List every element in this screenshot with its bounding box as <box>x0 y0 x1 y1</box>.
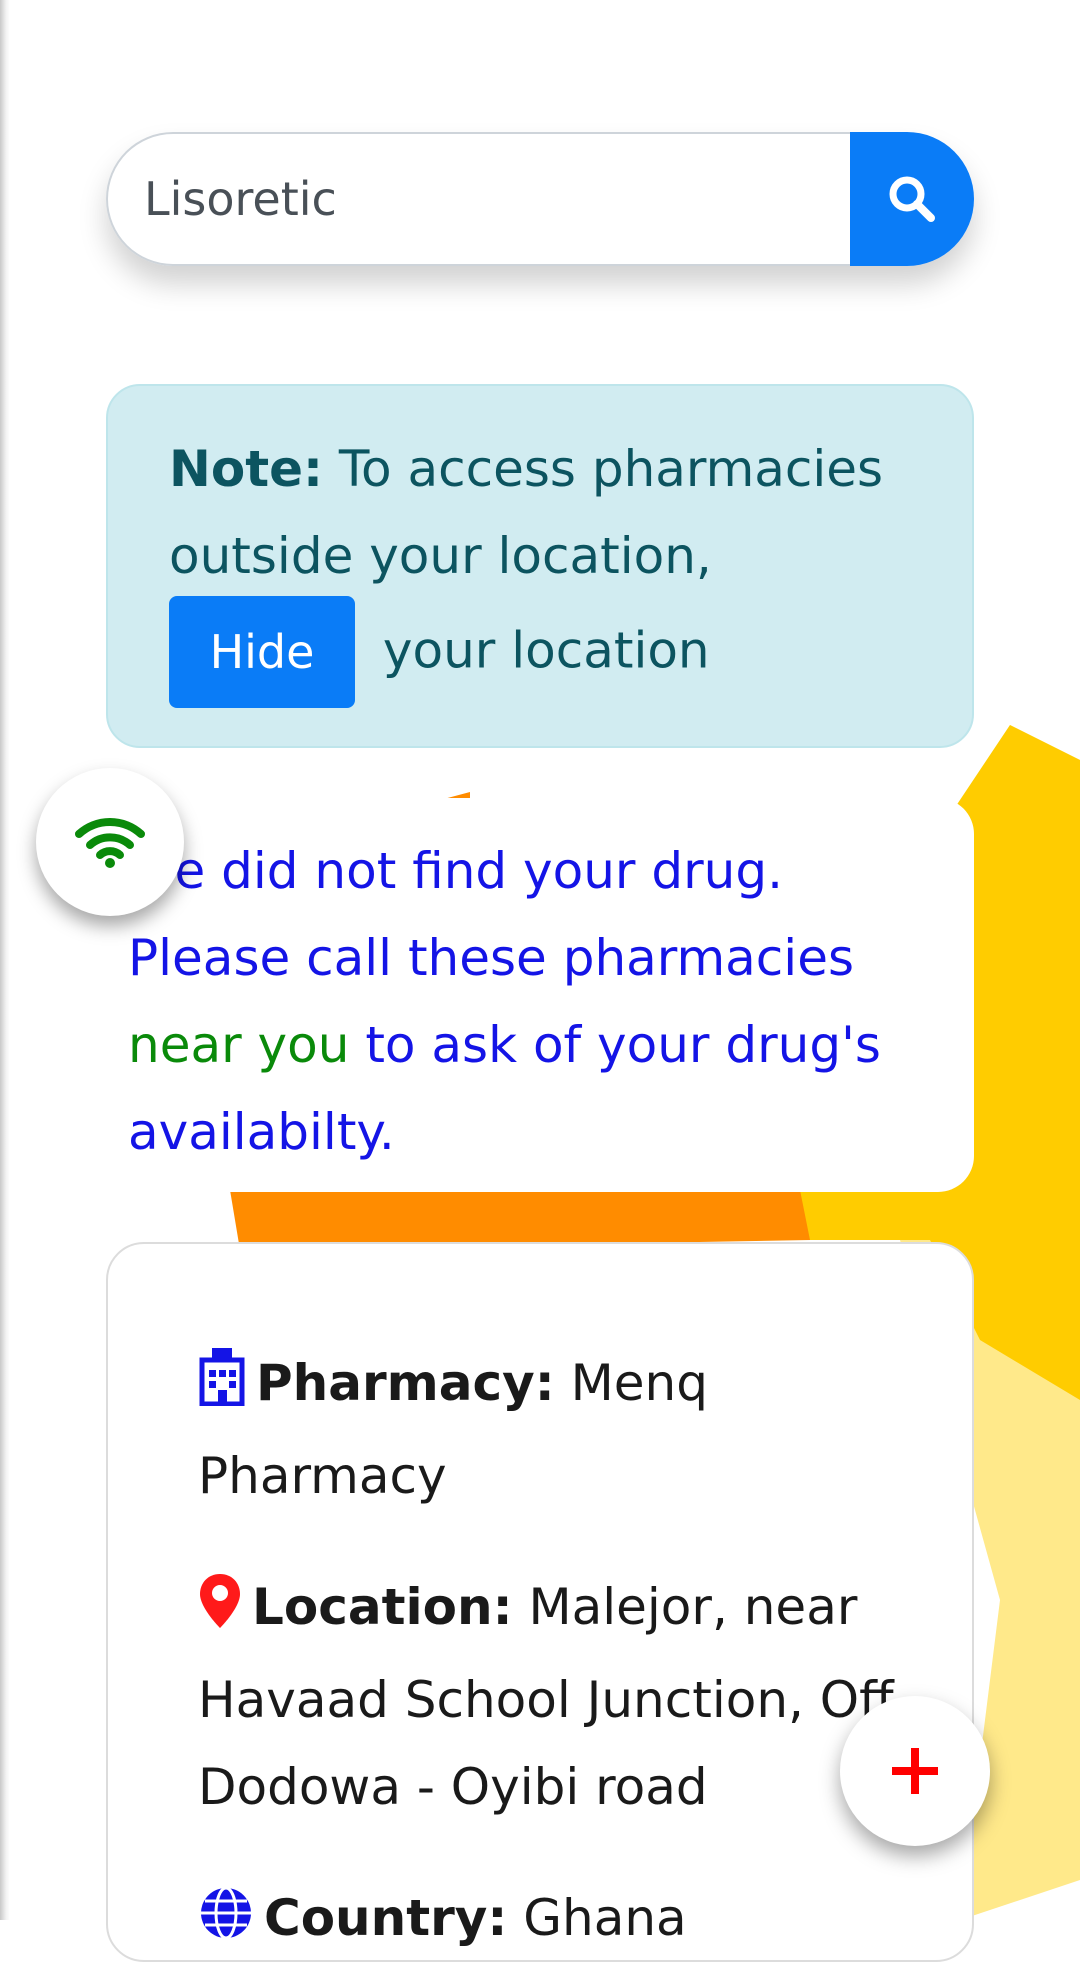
note-suffix: your location <box>382 621 710 680</box>
message-part1: We did not find your drug. Please call t… <box>128 842 855 987</box>
wifi-button[interactable] <box>36 768 184 916</box>
note-label: Note: <box>169 440 324 498</box>
pharmacy-label: Pharmacy: <box>256 1354 555 1412</box>
pharmacy-location-row: Location: Malejor, near Havaad School Ju… <box>198 1564 932 1831</box>
search-bar <box>106 132 974 266</box>
plus-icon <box>892 1748 938 1794</box>
hide-location-button[interactable]: Hide <box>169 596 355 708</box>
message-highlight: near you <box>128 1016 350 1074</box>
country-label: Country: <box>264 1889 508 1947</box>
hospital-icon <box>198 1346 246 1433</box>
pharmacy-name-row: Pharmacy: Menq Pharmacy <box>198 1340 932 1520</box>
wifi-icon <box>75 818 145 868</box>
map-marker-icon <box>198 1570 242 1657</box>
location-label: Location: <box>252 1578 513 1636</box>
country-value: Ghana <box>523 1889 687 1947</box>
location-note: Note: To access pharmacies outside your … <box>106 384 974 748</box>
search-input[interactable] <box>106 132 850 266</box>
globe-icon <box>198 1881 254 1968</box>
add-button[interactable] <box>840 1696 990 1846</box>
drug-not-found-message: We did not find your drug. Please call t… <box>106 798 974 1192</box>
pharmacy-country-row: Country: Ghana <box>198 1875 932 1968</box>
pharmacy-card: Pharmacy: Menq Pharmacy Location: Malejo… <box>106 1242 974 1962</box>
search-icon <box>889 176 935 222</box>
